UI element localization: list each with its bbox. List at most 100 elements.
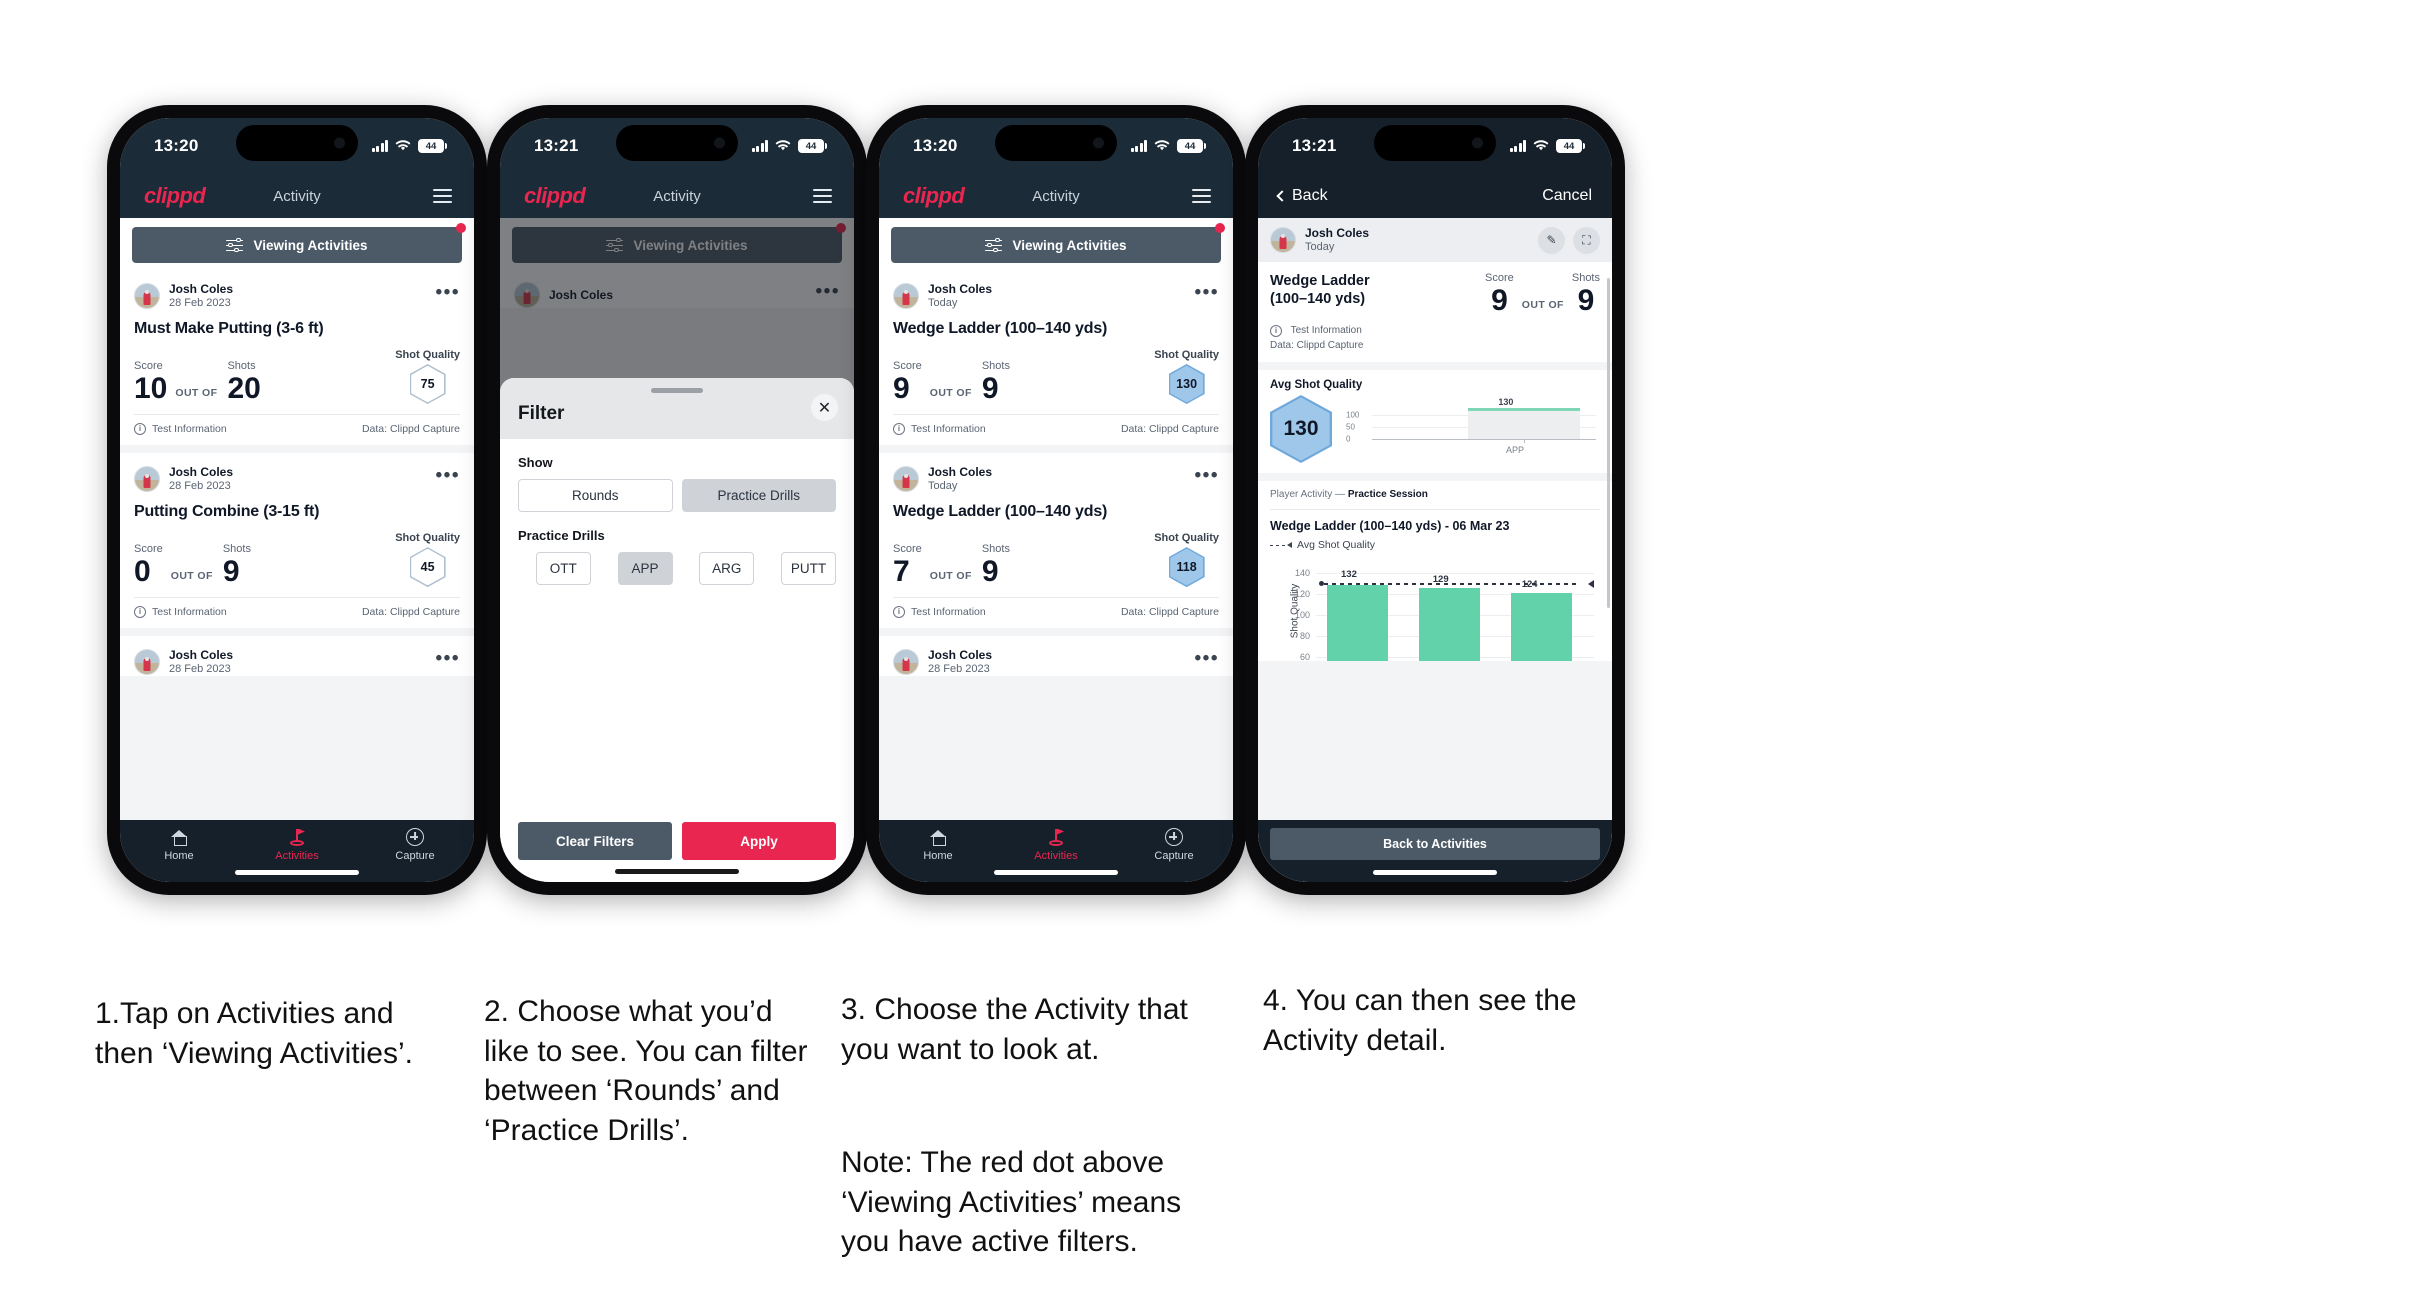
filter-chip-rounds[interactable]: Rounds bbox=[518, 479, 673, 512]
shots-stat: Shots 9 bbox=[1572, 272, 1600, 316]
hamburger-menu-icon[interactable] bbox=[813, 189, 832, 203]
filter-sliders-icon bbox=[985, 237, 1003, 253]
tab-activities[interactable]: Activities bbox=[238, 827, 356, 862]
filter-chip-practice-drills[interactable]: Practice Drills bbox=[681, 479, 836, 512]
activity-card[interactable]: Josh Coles 28 Feb 2023 ••• Putting Combi… bbox=[120, 453, 474, 629]
score-stat: Score 9 bbox=[893, 360, 922, 404]
score-stat: Score 0 bbox=[134, 543, 163, 587]
status-bar: 13:20 44 bbox=[879, 118, 1233, 174]
avg-shot-quality-hexagon: 130 bbox=[1270, 395, 1332, 464]
avg-shot-quality-row: 130 100 50 0 130 APP bbox=[1270, 395, 1600, 464]
shot-quality-value: 118 bbox=[1176, 560, 1197, 575]
activity-user: Josh Coles 28 Feb 2023 bbox=[169, 465, 233, 493]
apply-button[interactable]: Apply bbox=[682, 822, 836, 860]
tab-home[interactable]: Home bbox=[879, 827, 997, 862]
score-value: 9 bbox=[1491, 284, 1508, 318]
activities-list: Viewing Activities Josh Coles Today ••• … bbox=[879, 218, 1233, 820]
bottom-tab-bar: Home Activities Capture bbox=[120, 820, 474, 882]
activity-title: Wedge Ladder (100–140 yds) bbox=[1270, 273, 1370, 308]
activity-title: Wedge Ladder (100–140 yds) bbox=[893, 503, 1108, 521]
player-activity-prefix: Player Activity — bbox=[1270, 489, 1348, 501]
close-icon[interactable]: ✕ bbox=[811, 394, 838, 421]
back-to-activities-button[interactable]: Back to Activities bbox=[1270, 828, 1600, 860]
show-group-label: Show bbox=[518, 455, 553, 470]
shot-quality-stat: Shot Quality 118 bbox=[1154, 532, 1219, 588]
phone-3-frame: 13:20 44 clippd Activity Viewing Activit… bbox=[866, 105, 1246, 895]
more-options-icon[interactable]: ••• bbox=[436, 650, 460, 669]
back-button[interactable]: Back bbox=[1276, 187, 1328, 205]
detail-actions: ✎ ⛶ bbox=[1538, 226, 1600, 254]
tab-capture[interactable]: Capture bbox=[1115, 827, 1233, 862]
shot-quality-hexagon: 130 bbox=[1168, 364, 1205, 405]
wifi-icon bbox=[1154, 140, 1170, 151]
filter-chip-putt[interactable]: PUTT bbox=[781, 552, 836, 585]
user-name: Josh Coles bbox=[928, 465, 993, 480]
phone-3-screen: 13:20 44 clippd Activity Viewing Activit… bbox=[879, 118, 1233, 882]
status-bar: 13:20 44 bbox=[120, 118, 474, 174]
score-label: Score bbox=[134, 543, 163, 556]
viewing-activities-button[interactable]: Viewing Activities bbox=[132, 223, 466, 263]
activity-card-header: Josh Coles 28 Feb 2023 ••• bbox=[134, 270, 460, 310]
cellular-signal-icon bbox=[371, 140, 388, 152]
activity-card[interactable]: Josh Coles 28 Feb 2023 ••• Must Make Put… bbox=[120, 270, 474, 446]
avg-reference-arrow bbox=[1588, 579, 1594, 588]
phone-1-screen: 13:20 44 clippd Activity Viewing Activit… bbox=[120, 118, 474, 882]
activity-card[interactable]: Josh Coles 28 Feb 2023 ••• bbox=[120, 636, 474, 677]
shot-quality-label: Shot Quality bbox=[395, 349, 460, 362]
more-options-icon[interactable]: ••• bbox=[1195, 283, 1219, 303]
viewing-activities-button[interactable]: Viewing Activities bbox=[891, 223, 1225, 263]
test-information-row[interactable]: i Test Information bbox=[1270, 324, 1600, 339]
tab-home-label: Home bbox=[923, 850, 953, 862]
more-options-icon[interactable]: ••• bbox=[436, 283, 460, 303]
dynamic-island bbox=[236, 125, 358, 161]
activity-card[interactable]: Josh Coles Today ••• Wedge Ladder (100–1… bbox=[879, 270, 1233, 446]
test-information-label[interactable]: Test Information bbox=[911, 423, 986, 435]
scrollbar-thumb[interactable] bbox=[1607, 278, 1610, 608]
tab-home[interactable]: Home bbox=[120, 827, 238, 862]
mini-chart-ytick-0: 0 bbox=[1346, 434, 1351, 444]
test-information-label: Test Information bbox=[1290, 325, 1362, 337]
info-icon: i bbox=[893, 423, 905, 436]
info-icon: i bbox=[893, 606, 905, 619]
activity-date: Today bbox=[928, 296, 958, 309]
clippd-logo[interactable]: clippd bbox=[524, 183, 586, 209]
activity-card[interactable]: Josh Coles Today ••• Wedge Ladder (100–1… bbox=[879, 453, 1233, 629]
clear-filters-button[interactable]: Clear Filters bbox=[518, 822, 672, 860]
shot-quality-hexagon: 75 bbox=[409, 364, 446, 405]
test-information-label[interactable]: Test Information bbox=[911, 606, 986, 618]
test-information-label[interactable]: Test Information bbox=[152, 423, 227, 435]
avatar bbox=[893, 649, 919, 676]
more-options-icon[interactable]: ••• bbox=[436, 467, 460, 486]
show-options: Rounds Practice Drills bbox=[518, 479, 836, 512]
filter-chip-ott[interactable]: OTT bbox=[535, 552, 591, 585]
user-name: Josh Coles bbox=[169, 465, 234, 480]
expand-icon[interactable]: ⛶ bbox=[1573, 226, 1600, 254]
pencil-icon[interactable]: ✎ bbox=[1538, 226, 1565, 254]
shots-label: Shots bbox=[981, 543, 1010, 556]
tab-activities[interactable]: Activities bbox=[997, 827, 1115, 862]
filter-chip-arg[interactable]: ARG bbox=[699, 552, 755, 585]
player-activity-label: Player Activity — Practice Session bbox=[1270, 489, 1600, 500]
tab-capture-label: Capture bbox=[395, 850, 435, 862]
cancel-button[interactable]: Cancel bbox=[1542, 187, 1592, 205]
score-stat: Score 9 bbox=[1485, 272, 1514, 316]
more-options-icon[interactable]: ••• bbox=[1195, 467, 1219, 486]
activity-card-header: Josh Coles Today ••• bbox=[893, 453, 1219, 493]
status-bar: 13:21 44 bbox=[1258, 118, 1612, 174]
clippd-logo[interactable]: clippd bbox=[144, 183, 206, 209]
filter-chip-app[interactable]: APP bbox=[617, 552, 673, 585]
activity-stats: Score 0 OUT OF Shots 9 Shot Quality 45 bbox=[134, 532, 460, 597]
out-of-label: OUT OF bbox=[1521, 299, 1564, 312]
tab-capture[interactable]: Capture bbox=[356, 827, 474, 862]
user-name: Josh Coles bbox=[169, 648, 234, 663]
clippd-logo[interactable]: clippd bbox=[903, 183, 965, 209]
hamburger-menu-icon[interactable] bbox=[433, 189, 452, 203]
bottom-tab-bar: Home Activities Capture bbox=[879, 820, 1233, 882]
activity-card[interactable]: Josh Coles 28 Feb 2023 ••• bbox=[879, 636, 1233, 677]
hamburger-menu-icon[interactable] bbox=[1192, 189, 1211, 203]
phone-4-screen: 13:21 44 Back Cancel Josh Coles Today ✎ … bbox=[1258, 118, 1612, 882]
sheet-grabber[interactable] bbox=[651, 388, 703, 393]
app-header: clippd Activity bbox=[879, 174, 1233, 218]
test-information-label[interactable]: Test Information bbox=[152, 606, 227, 618]
more-options-icon[interactable]: ••• bbox=[1195, 650, 1219, 669]
